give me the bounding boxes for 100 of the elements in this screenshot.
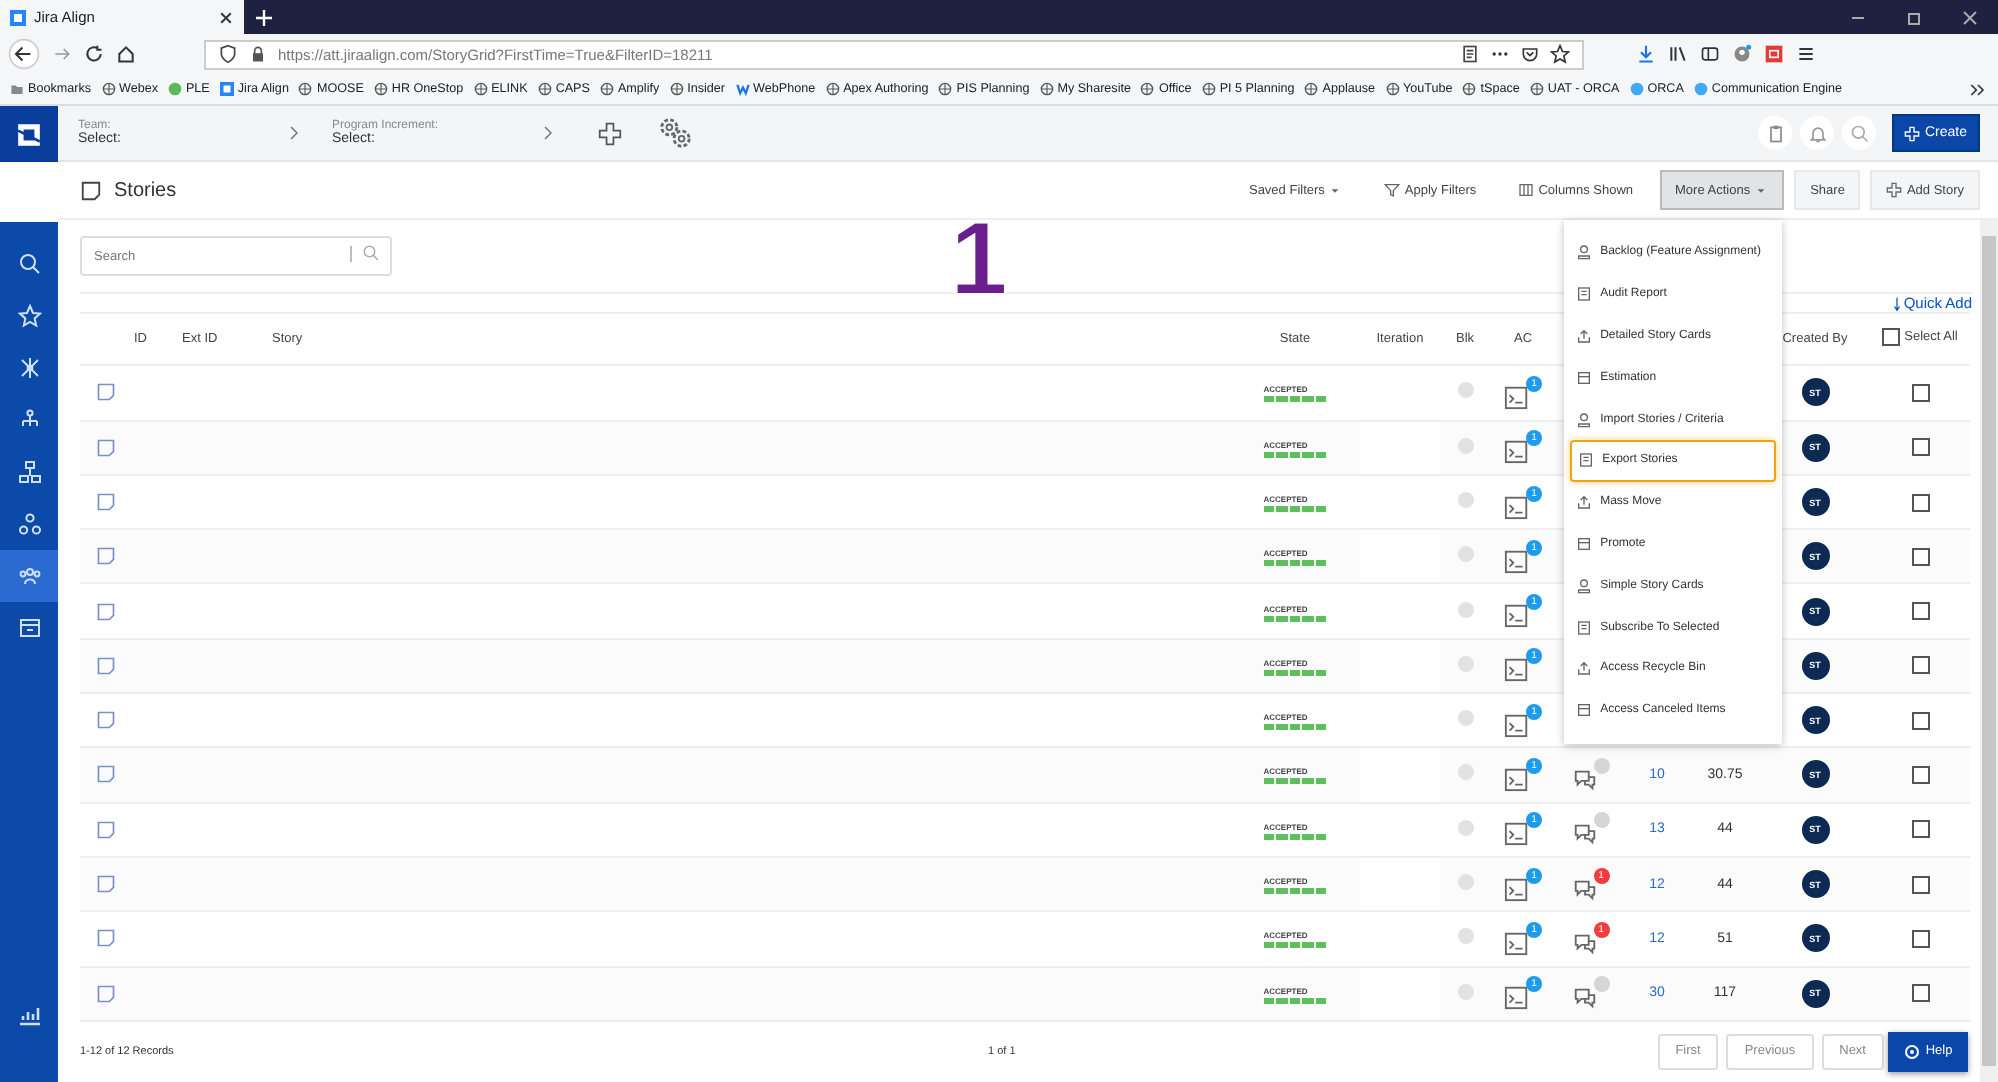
- blocked-indicator: [1457, 764, 1473, 781]
- upload-icon: [1576, 660, 1593, 677]
- blocked-indicator: [1457, 546, 1473, 563]
- chevron-icon[interactable]: [1968, 79, 1988, 99]
- row-checkbox[interactable]: [1911, 656, 1929, 675]
- org-chart-icon: [17, 460, 41, 484]
- lock-icon: [248, 44, 268, 64]
- globe-icon: [537, 82, 552, 96]
- logo-icon[interactable]: [16, 121, 42, 147]
- clipboard-button[interactable]: [1758, 116, 1792, 150]
- reader-view-icon[interactable]: [1460, 44, 1480, 64]
- arrow-icon: [1891, 295, 1902, 312]
- new-tab-icon[interactable]: [254, 7, 274, 27]
- reload-icon[interactable]: [84, 44, 104, 64]
- globe-icon: [101, 82, 115, 96]
- library-icon[interactable]: [1668, 44, 1688, 64]
- gears-icon[interactable]: [658, 116, 692, 150]
- blocked-indicator: [1457, 928, 1473, 945]
- comments-icon[interactable]: [1571, 812, 1609, 847]
- story-icon[interactable]: [96, 601, 116, 622]
- sidebar-item[interactable]: [0, 550, 58, 602]
- notifications-button[interactable]: [1800, 116, 1834, 150]
- hierarchy-icon: [17, 408, 41, 432]
- row-checkbox[interactable]: [1911, 383, 1929, 402]
- search-icon: [362, 244, 380, 263]
- row-checkbox[interactable]: [1911, 602, 1929, 621]
- story-icon[interactable]: [96, 710, 116, 731]
- story-icon[interactable]: [96, 655, 116, 676]
- account-icon[interactable]: [1732, 44, 1752, 64]
- row-checkbox[interactable]: [1911, 984, 1929, 1003]
- upload-icon: [1576, 327, 1593, 344]
- globe-icon: [938, 82, 953, 96]
- story-icon[interactable]: [96, 382, 116, 403]
- chevron-right-icon[interactable]: [542, 124, 554, 142]
- team-icon: [17, 564, 41, 588]
- download-icon[interactable]: [1636, 44, 1656, 64]
- row-checkbox[interactable]: [1911, 820, 1929, 839]
- home-icon[interactable]: [116, 44, 136, 64]
- search-icon: [17, 252, 41, 276]
- story-icon[interactable]: [96, 983, 116, 1004]
- globe-icon: [1462, 82, 1477, 96]
- close-icon[interactable]: [1960, 7, 1980, 27]
- sidebar-icon[interactable]: [1700, 44, 1720, 64]
- network-icon: [17, 356, 41, 380]
- story-icon[interactable]: [96, 928, 116, 949]
- columns-icon: [1518, 182, 1535, 198]
- forward-icon[interactable]: [52, 44, 72, 64]
- comments-icon[interactable]: [1571, 976, 1609, 1011]
- star-icon[interactable]: [1550, 44, 1570, 64]
- blocked-indicator: [1457, 710, 1473, 727]
- page-title: Stories: [114, 179, 177, 201]
- globe-icon: [1140, 82, 1155, 96]
- plus-icon: [1904, 125, 1921, 141]
- story-icon[interactable]: [96, 764, 116, 785]
- chevron-right-icon[interactable]: [288, 124, 300, 142]
- close-icon[interactable]: [218, 9, 234, 25]
- restore-icon[interactable]: [1904, 7, 1924, 27]
- shield-icon: [218, 44, 238, 64]
- story-icon[interactable]: [96, 819, 116, 840]
- extension-icon[interactable]: [1764, 44, 1784, 64]
- menu-icon[interactable]: [1796, 44, 1816, 64]
- globe-icon: [1201, 82, 1216, 96]
- row-checkbox[interactable]: [1911, 547, 1929, 566]
- caret-icon: [1754, 183, 1769, 197]
- story-icon[interactable]: [96, 874, 116, 895]
- globe-icon: [1385, 82, 1400, 96]
- story-icon: [80, 179, 102, 201]
- blocked-indicator: [1457, 437, 1473, 454]
- pocket-icon[interactable]: [1520, 44, 1540, 64]
- row-checkbox[interactable]: [1911, 765, 1929, 784]
- blocked-indicator: [1457, 655, 1473, 672]
- document-icon: [1578, 452, 1595, 469]
- row-checkbox[interactable]: [1911, 493, 1929, 511]
- back-icon[interactable]: [8, 38, 40, 70]
- chart-icon[interactable]: [17, 1002, 41, 1026]
- window-icon: [1576, 535, 1593, 552]
- comments-icon[interactable]: [1571, 757, 1609, 792]
- blocked-indicator: [1457, 601, 1473, 618]
- blocked-indicator: [1457, 382, 1473, 399]
- circle-icon: [1693, 82, 1708, 96]
- document-icon: [1576, 286, 1593, 303]
- row-checkbox[interactable]: [1911, 875, 1929, 894]
- blocked-indicator: [1457, 983, 1473, 1000]
- row-checkbox[interactable]: [1911, 438, 1929, 457]
- caret-icon: [1328, 183, 1343, 197]
- scrollbar[interactable]: [1980, 220, 1998, 1082]
- blocked-indicator: [1457, 492, 1473, 508]
- person-icon: [1576, 577, 1593, 594]
- row-checkbox[interactable]: [1911, 929, 1929, 948]
- story-icon[interactable]: [96, 546, 116, 567]
- story-icon[interactable]: [96, 437, 116, 458]
- plus-icon[interactable]: [598, 121, 622, 145]
- plus-icon: [1886, 182, 1903, 198]
- app-icon: [219, 82, 234, 96]
- globe-icon: [669, 82, 684, 96]
- blocked-indicator: [1457, 874, 1473, 891]
- row-checkbox[interactable]: [1911, 711, 1929, 730]
- window-icon: [1576, 369, 1593, 386]
- story-icon[interactable]: [96, 492, 116, 512]
- bell-icon: [1807, 123, 1827, 143]
